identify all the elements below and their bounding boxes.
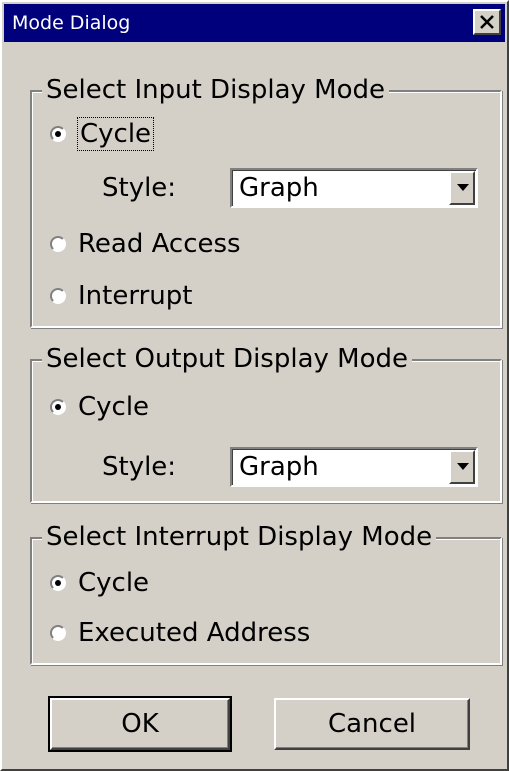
input-radio-interrupt[interactable]: Interrupt (50, 278, 192, 314)
interrupt-group-legend: Select Interrupt Display Mode (42, 520, 437, 554)
interrupt-display-mode-group: Select Interrupt Display Mode Cycle Exec… (30, 520, 502, 665)
output-group-legend: Select Output Display Mode (42, 342, 412, 376)
output-display-mode-group: Select Output Display Mode Cycle Style: … (30, 342, 502, 503)
output-style-value: Graph (239, 452, 319, 482)
input-style-select[interactable]: Graph (230, 168, 478, 208)
interrupt-radio-cycle-button[interactable] (50, 575, 66, 591)
input-radio-cycle-button[interactable] (50, 126, 66, 142)
interrupt-radio-executed-address[interactable]: Executed Address (50, 615, 310, 651)
input-radio-interrupt-button[interactable] (50, 288, 66, 304)
close-icon (480, 15, 494, 29)
input-radio-read-access-button[interactable] (50, 236, 66, 252)
chevron-down-icon (457, 184, 469, 191)
input-group-legend: Select Input Display Mode (42, 73, 390, 107)
output-style-dropdown-button[interactable] (449, 450, 475, 484)
cancel-button[interactable]: Cancel (274, 698, 470, 750)
mode-dialog-window: Mode Dialog Select Input Display Mode Cy… (0, 0, 509, 771)
chevron-down-icon (457, 463, 469, 470)
input-radio-cycle-label[interactable]: Cycle (76, 117, 155, 151)
output-style-select[interactable]: Graph (230, 447, 478, 487)
input-radio-read-access-label[interactable]: Read Access (78, 228, 241, 260)
title-bar[interactable]: Mode Dialog (4, 4, 505, 42)
input-radio-interrupt-label[interactable]: Interrupt (78, 280, 192, 312)
input-display-mode-group: Select Input Display Mode Cycle Style: G… (30, 73, 502, 328)
output-style-label: Style: (102, 452, 177, 482)
ok-button[interactable]: OK (48, 696, 232, 752)
close-button[interactable] (473, 9, 501, 35)
interrupt-radio-cycle-label[interactable]: Cycle (78, 567, 149, 599)
output-radio-cycle-label[interactable]: Cycle (78, 391, 149, 423)
interrupt-radio-executed-address-button[interactable] (50, 625, 66, 641)
window-title: Mode Dialog (12, 12, 131, 34)
input-radio-cycle[interactable]: Cycle (50, 116, 155, 152)
input-style-dropdown-button[interactable] (449, 171, 475, 205)
input-radio-read-access[interactable]: Read Access (50, 226, 241, 262)
input-style-label: Style: (102, 173, 177, 203)
input-style-value: Graph (239, 173, 319, 203)
interrupt-radio-executed-address-label[interactable]: Executed Address (78, 617, 310, 649)
output-radio-cycle[interactable]: Cycle (50, 389, 149, 425)
output-radio-cycle-button[interactable] (50, 399, 66, 415)
interrupt-radio-cycle[interactable]: Cycle (50, 565, 149, 601)
